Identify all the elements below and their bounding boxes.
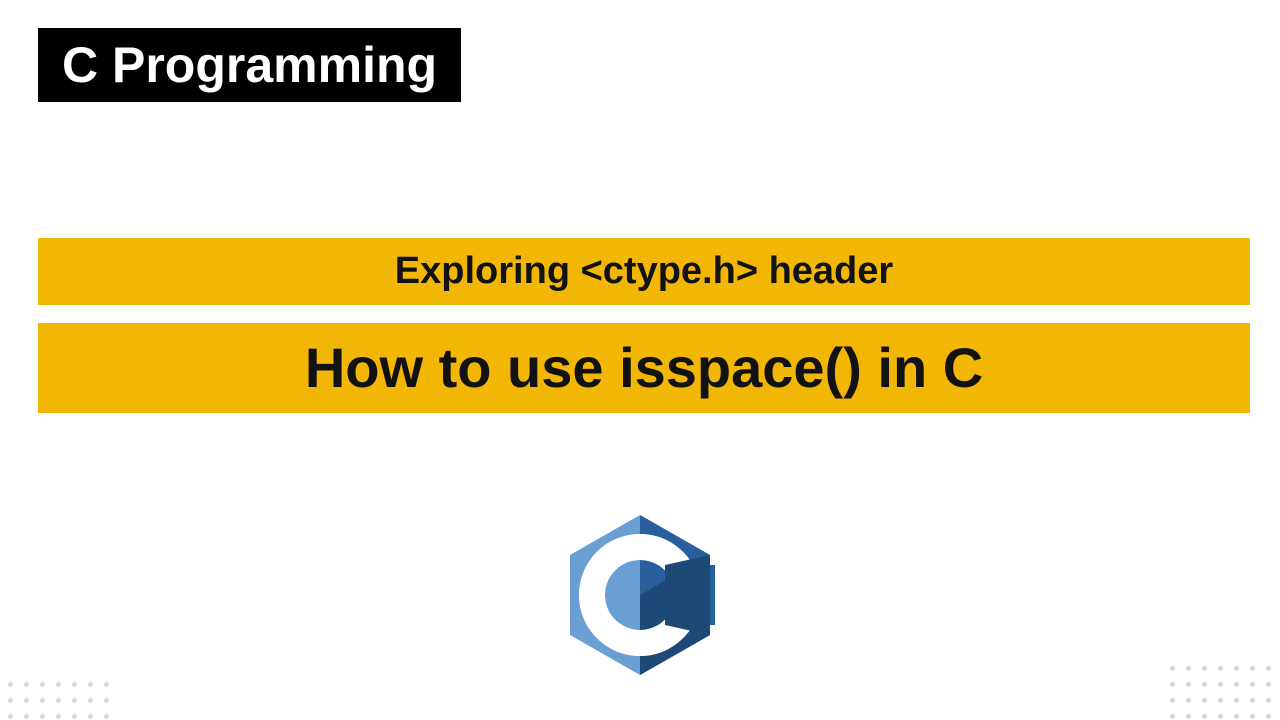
dot (1170, 666, 1175, 671)
dot (1218, 714, 1223, 719)
dot (56, 698, 61, 703)
dot (1186, 666, 1191, 671)
dot (1234, 666, 1239, 671)
dot (1186, 698, 1191, 703)
dot (1202, 714, 1207, 719)
dot (88, 698, 93, 703)
banner-group: Exploring <ctype.h> header How to use is… (38, 238, 1250, 413)
title-banner: How to use isspace() in C (38, 323, 1250, 413)
dot (1266, 666, 1271, 671)
dot (1250, 682, 1255, 687)
dot (1266, 714, 1271, 719)
dot (1234, 682, 1239, 687)
dot (1202, 666, 1207, 671)
dot (1170, 682, 1175, 687)
dot (1266, 682, 1271, 687)
dot (104, 698, 109, 703)
dot (1202, 682, 1207, 687)
dot (56, 682, 61, 687)
header-badge: C Programming (38, 28, 461, 102)
dot (72, 698, 77, 703)
dot (40, 698, 45, 703)
dot (104, 682, 109, 687)
dot (1234, 698, 1239, 703)
dot (24, 698, 29, 703)
decorative-dots-left (8, 682, 110, 720)
decorative-dots-right (1170, 666, 1272, 720)
dot (1218, 666, 1223, 671)
dot (1218, 682, 1223, 687)
dot (1186, 714, 1191, 719)
dot (1170, 698, 1175, 703)
dot (1202, 698, 1207, 703)
dot (24, 714, 29, 719)
dot (40, 714, 45, 719)
subtitle-banner: Exploring <ctype.h> header (38, 238, 1250, 305)
dot (1186, 682, 1191, 687)
dot (1218, 698, 1223, 703)
dot (8, 714, 13, 719)
dot (104, 714, 109, 719)
c-logo-icon (565, 510, 715, 685)
dot (1170, 714, 1175, 719)
dot (40, 682, 45, 687)
dot (1266, 698, 1271, 703)
header-title: C Programming (62, 37, 437, 93)
dot (8, 682, 13, 687)
subtitle-text: Exploring <ctype.h> header (395, 250, 893, 292)
dot (1250, 698, 1255, 703)
dot (8, 698, 13, 703)
dot (1250, 666, 1255, 671)
dot (88, 714, 93, 719)
dot (56, 714, 61, 719)
dot (88, 682, 93, 687)
dot (24, 682, 29, 687)
dot (72, 682, 77, 687)
dot (72, 714, 77, 719)
dot (1234, 714, 1239, 719)
dot (1250, 714, 1255, 719)
title-text: How to use isspace() in C (305, 336, 983, 399)
